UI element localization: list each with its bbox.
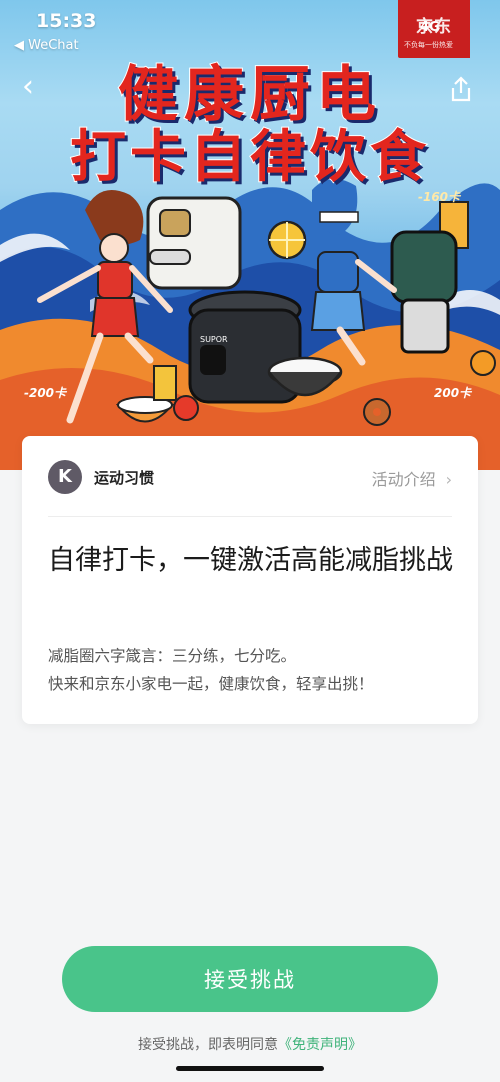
challenge-description: 减脂圈六字箴言：三分练，七分吃。 快来和京东小家电一起，健康饮食，轻享出挑！ [48,642,468,698]
hero-banner: SUPOR 15:33 ◀ WeChat 京东 不负每一份热爱 4G ‹ 健康厨… [0,0,500,470]
chevron-right-icon: › [445,470,452,489]
status-time: 15:33 [36,10,97,32]
divider [48,516,452,517]
description-line: 快来和京东小家电一起，健康饮食，轻享出挑！ [48,675,374,693]
appliance-brand-text: SUPOR [200,335,228,344]
accept-challenge-button[interactable]: 接受挑战 [62,946,438,1012]
network-type: 4G [420,20,440,35]
banner-title-line2: 打卡自律饮食 [69,124,430,191]
activity-intro-label: 活动介绍 [371,470,436,489]
calorie-tag: 200卡 [434,386,472,400]
agreement-prefix: 接受挑战，即表明同意 [138,1037,278,1053]
description-line: 减脂圈六字箴言：三分练，七分吃。 [48,647,297,665]
challenge-card: K 运动习惯 活动介绍 › 自律打卡，一键激活高能减脂挑战 减脂圈六字箴言：三分练… [22,436,478,724]
app-avatar: K [48,460,82,494]
activity-intro-link[interactable]: 活动介绍 › [372,466,452,490]
disclaimer-link[interactable]: 《免责声明》 [278,1037,362,1053]
challenge-headline: 自律打卡，一键激活高能减脂挑战 [48,545,453,576]
calorie-tag: -160卡 [418,190,461,204]
home-indicator[interactable] [176,1066,324,1071]
air-fryer [146,196,242,290]
agreement-text: 接受挑战，即表明同意《免责声明》 [0,1034,500,1054]
juicer [390,230,458,354]
app-name: 运动习惯 [94,469,155,487]
calorie-tag: -200卡 [24,386,67,400]
